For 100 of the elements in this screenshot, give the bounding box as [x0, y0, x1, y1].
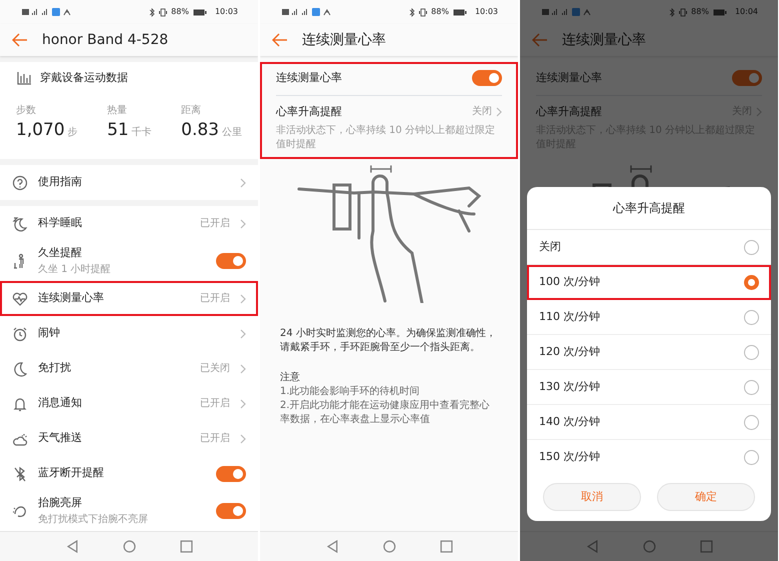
back-nav-icon[interactable]: [66, 540, 78, 553]
option-label: 110 次/分钟: [539, 308, 600, 325]
recents-nav-icon[interactable]: [440, 540, 452, 553]
help-icon: [12, 174, 28, 190]
battery-icon: [192, 8, 207, 16]
back-nav-icon[interactable]: [326, 540, 338, 553]
bluetooth-icon: [149, 8, 156, 16]
settings-item[interactable]: 连续测量心率 已开启: [0, 281, 258, 316]
item-subtitle: 久坐 1 小时提醒: [38, 262, 112, 277]
bar-chart-icon: [16, 70, 32, 86]
item-label: 久坐提醒: [38, 245, 83, 262]
settings-item[interactable]: 闹钟: [0, 316, 258, 351]
sleep-moon-icon: [12, 216, 28, 232]
bluetooth-off-icon: [12, 466, 28, 482]
alert-setting-row[interactable]: 心率升高提醒 关闭 非活动状态下，心率持续 10 分钟以上都超过限定值时提醒: [276, 96, 502, 159]
toggle-switch[interactable]: [732, 70, 762, 86]
radio-button[interactable]: [744, 414, 759, 430]
status-time: 10:03: [474, 6, 498, 18]
chevron-icon: [240, 328, 246, 338]
settings-item[interactable]: 消息通知 已开启: [0, 386, 258, 421]
toggle-switch[interactable]: [216, 253, 246, 269]
item-label: 闹钟: [38, 325, 61, 342]
dialog-option[interactable]: 110 次/分钟: [527, 300, 771, 335]
settings-item[interactable]: 免打扰 已关闭: [0, 351, 258, 386]
dialog-option[interactable]: 100 次/分钟: [527, 265, 771, 300]
settings-item[interactable]: 天气推送 已开启: [0, 421, 258, 456]
radio-button[interactable]: [744, 274, 759, 290]
back-arrow-icon[interactable]: [532, 33, 548, 47]
metric-label: 步数: [16, 104, 37, 118]
bluetooth-icon: [669, 8, 676, 16]
chevron-icon: [756, 106, 762, 117]
item-label: 使用指南: [38, 174, 83, 190]
setting-label: 心率升高提醒: [276, 104, 342, 120]
radio-button[interactable]: [744, 450, 759, 465]
settings-item[interactable]: 久坐提醒 久坐 1 小时提醒: [0, 241, 258, 281]
item-label: 消息通知: [38, 395, 83, 412]
screen-title: 连续测量心率: [562, 30, 646, 50]
option-label: 关闭: [539, 238, 561, 255]
home-nav-icon[interactable]: [122, 540, 136, 553]
item-label: 免打扰: [38, 360, 72, 376]
metric-value: 1,070: [16, 118, 65, 142]
guide-item[interactable]: 使用指南: [0, 165, 258, 200]
settings-item[interactable]: 科学睡眠 已开启: [0, 206, 258, 241]
back-arrow-icon[interactable]: [12, 33, 28, 47]
option-label: 140 次/分钟: [539, 414, 600, 430]
recents-nav-icon[interactable]: [700, 540, 712, 553]
dialog-option[interactable]: 140 次/分钟: [527, 405, 771, 440]
home-nav-icon[interactable]: [382, 540, 396, 553]
note-line: 1.此功能会影响手环的待机时间: [279, 385, 421, 399]
chevron-icon: [240, 294, 246, 304]
setting-label: 连续测量心率: [276, 70, 342, 86]
heart-pulse-icon: [12, 290, 28, 306]
dialog-option[interactable]: 120 次/分钟: [527, 335, 771, 370]
metric-label: 热量: [107, 104, 128, 118]
metric-unit: 公里: [222, 126, 242, 140]
battery-icon: [452, 8, 467, 16]
status-time: 10:03: [214, 6, 238, 18]
item-value: 已关闭: [200, 362, 230, 376]
item-value: 已开启: [200, 292, 230, 306]
chevron-icon: [240, 398, 246, 408]
alarm-clock-icon: [12, 326, 28, 342]
status-time: 10:04: [734, 6, 758, 18]
toggle-switch[interactable]: [216, 466, 246, 482]
screen-title: honor Band 4-528: [42, 30, 168, 50]
setting-description: 非活动状态下，心率持续 10 分钟以上都超过限定值时提醒: [276, 124, 496, 151]
metric-label: 距离: [181, 104, 202, 118]
settings-item[interactable]: 蓝牙断开提醒: [0, 456, 258, 491]
radio-button[interactable]: [744, 344, 759, 360]
dialog-option[interactable]: 关闭: [527, 230, 771, 265]
back-arrow-icon[interactable]: [272, 33, 288, 47]
item-label: 蓝牙断开提醒: [38, 465, 105, 482]
bell-icon: [12, 396, 28, 412]
option-label: 100 次/分钟: [539, 274, 600, 290]
vibrate-icon: [679, 8, 688, 16]
home-nav-icon[interactable]: [642, 540, 656, 553]
item-label: 天气推送: [38, 430, 83, 446]
battery-percent: 88%: [171, 6, 189, 18]
chevron-icon: [240, 364, 246, 374]
settings-item[interactable]: 抬腕亮屏 免打扰模式下抬腕不亮屏: [0, 491, 258, 531]
battery-icon: [712, 8, 727, 16]
item-value: 已开启: [200, 396, 230, 411]
toggle-switch[interactable]: [472, 70, 502, 86]
stats-title: 穿戴设备运动数据: [40, 70, 128, 86]
back-nav-icon[interactable]: [586, 540, 598, 553]
setting-label: 连续测量心率: [536, 70, 602, 86]
chevron-icon: [240, 434, 246, 444]
radio-button[interactable]: [744, 240, 759, 254]
chevron-icon: [240, 218, 246, 228]
setting-value: 关闭: [472, 104, 492, 120]
dialog-option[interactable]: 130 次/分钟: [527, 370, 771, 405]
toggle-switch[interactable]: [216, 503, 246, 519]
recents-nav-icon[interactable]: [180, 540, 192, 553]
option-label: 150 次/分钟: [539, 449, 600, 466]
metric-unit: 千卡: [132, 126, 152, 140]
radio-button[interactable]: [744, 380, 759, 394]
option-label: 130 次/分钟: [539, 378, 600, 395]
intro-paragraph: 24 小时实时监测您的心率。为确保监测准确性，请戴紧手环，手环距腕骨至少一个指头距离。: [279, 327, 497, 355]
radio-button[interactable]: [744, 310, 759, 324]
dialog-option[interactable]: 150 次/分钟: [527, 440, 771, 475]
notes-title: 注意: [279, 371, 301, 385]
